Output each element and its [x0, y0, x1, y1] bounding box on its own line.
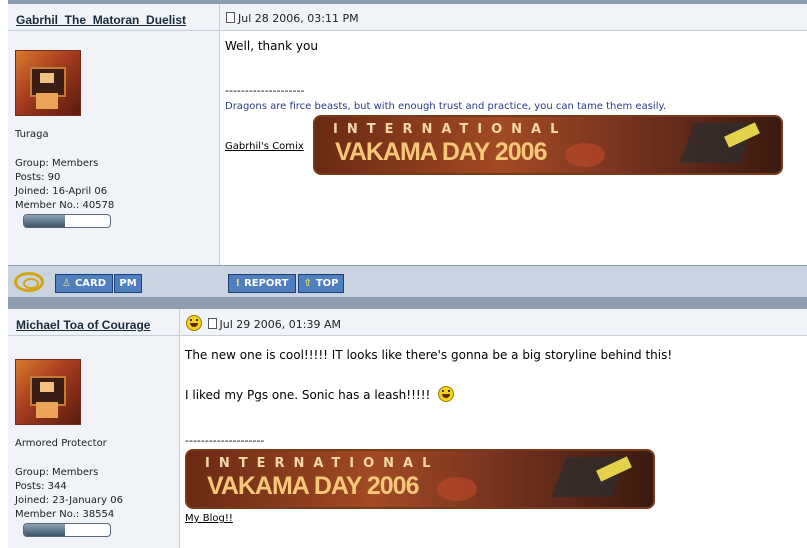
person-icon: ♙	[61, 278, 71, 289]
post-header: Jul 28 2006, 03:11 PM	[220, 4, 807, 31]
member-group: Group: Members	[15, 467, 99, 478]
pm-button[interactable]: PM	[114, 274, 142, 293]
signature-link[interactable]: My Blog!!	[185, 513, 233, 524]
author-name-link[interactable]: Michael Toa of Courage	[16, 318, 150, 332]
post-date: Jul 28 2006, 03:11 PM	[226, 12, 359, 25]
author-header: Michael Toa of Courage	[8, 309, 179, 336]
post-action-bar: ♙ CARD PM ! REPORT ⇧ TOP	[8, 265, 807, 298]
member-number: Member No.: 38554	[15, 509, 115, 520]
member-title: Armored Protector	[15, 438, 107, 449]
rank-bar	[23, 214, 111, 228]
document-icon[interactable]	[226, 12, 235, 23]
signature-divider: --------------------	[225, 84, 305, 97]
member-group: Group: Members	[15, 158, 99, 169]
rank-bar	[23, 523, 111, 537]
laughing-smiley-icon	[186, 315, 202, 331]
document-icon[interactable]	[207, 318, 217, 329]
top-button[interactable]: ⇧ TOP	[298, 274, 344, 293]
signature-quote: Dragons are firce beasts, but with enoug…	[225, 101, 667, 112]
signature-divider: --------------------	[185, 434, 265, 447]
author-header: Gabrhil_The_Matoran_Duelist	[8, 4, 219, 31]
vakama-day-banner[interactable]: INTERNATIONAL VAKAMA DAY 2006	[313, 115, 783, 175]
laughing-smiley-icon	[438, 386, 455, 402]
post-body-line: The new one is cool!!!!! IT looks like t…	[185, 348, 673, 362]
banner-main-text: VAKAMA DAY 2006	[207, 472, 419, 500]
post-2: Michael Toa of Courage Jul 29 2006, 01:3…	[8, 309, 807, 548]
avatar	[15, 50, 81, 116]
post-header: Jul 29 2006, 01:39 AM	[180, 309, 807, 336]
member-joined: Joined: 23-January 06	[15, 495, 123, 506]
vakama-day-banner[interactable]: INTERNATIONAL VAKAMA DAY 2006	[185, 449, 655, 509]
report-button[interactable]: ! REPORT	[228, 274, 296, 293]
up-arrow-icon: ⇧	[303, 278, 312, 289]
member-title: Turaga	[15, 129, 49, 140]
post-1: Gabrhil_The_Matoran_Duelist Jul 28 2006,…	[8, 4, 807, 298]
avatar	[15, 359, 81, 425]
post-date: Jul 29 2006, 01:39 AM	[186, 315, 341, 331]
banner-main-text: VAKAMA DAY 2006	[335, 138, 547, 166]
card-button[interactable]: ♙ CARD	[55, 274, 113, 293]
post-date-text: Jul 28 2006, 03:11 PM	[238, 12, 359, 25]
member-joined: Joined: 16-April 06	[15, 186, 108, 197]
banner-top-text: INTERNATIONAL	[333, 122, 568, 137]
online-status-icon	[14, 272, 44, 292]
exclamation-icon: !	[235, 278, 241, 289]
member-number: Member No.: 40578	[15, 200, 115, 211]
post-separator	[8, 297, 807, 309]
member-posts: Posts: 344	[15, 481, 67, 492]
post-body-line-2: I liked my Pgs one. Sonic has a leash!!!…	[185, 386, 455, 402]
signature-link[interactable]: Gabrhil's Comix	[225, 141, 304, 152]
member-posts: Posts: 90	[15, 172, 61, 183]
banner-top-text: INTERNATIONAL	[205, 456, 440, 471]
post-body-line: Well, thank you	[225, 39, 318, 53]
author-name-link[interactable]: Gabrhil_The_Matoran_Duelist	[16, 13, 186, 27]
post-date-text: Jul 29 2006, 01:39 AM	[219, 318, 341, 331]
forum-topic: Gabrhil_The_Matoran_Duelist Jul 28 2006,…	[8, 0, 807, 548]
